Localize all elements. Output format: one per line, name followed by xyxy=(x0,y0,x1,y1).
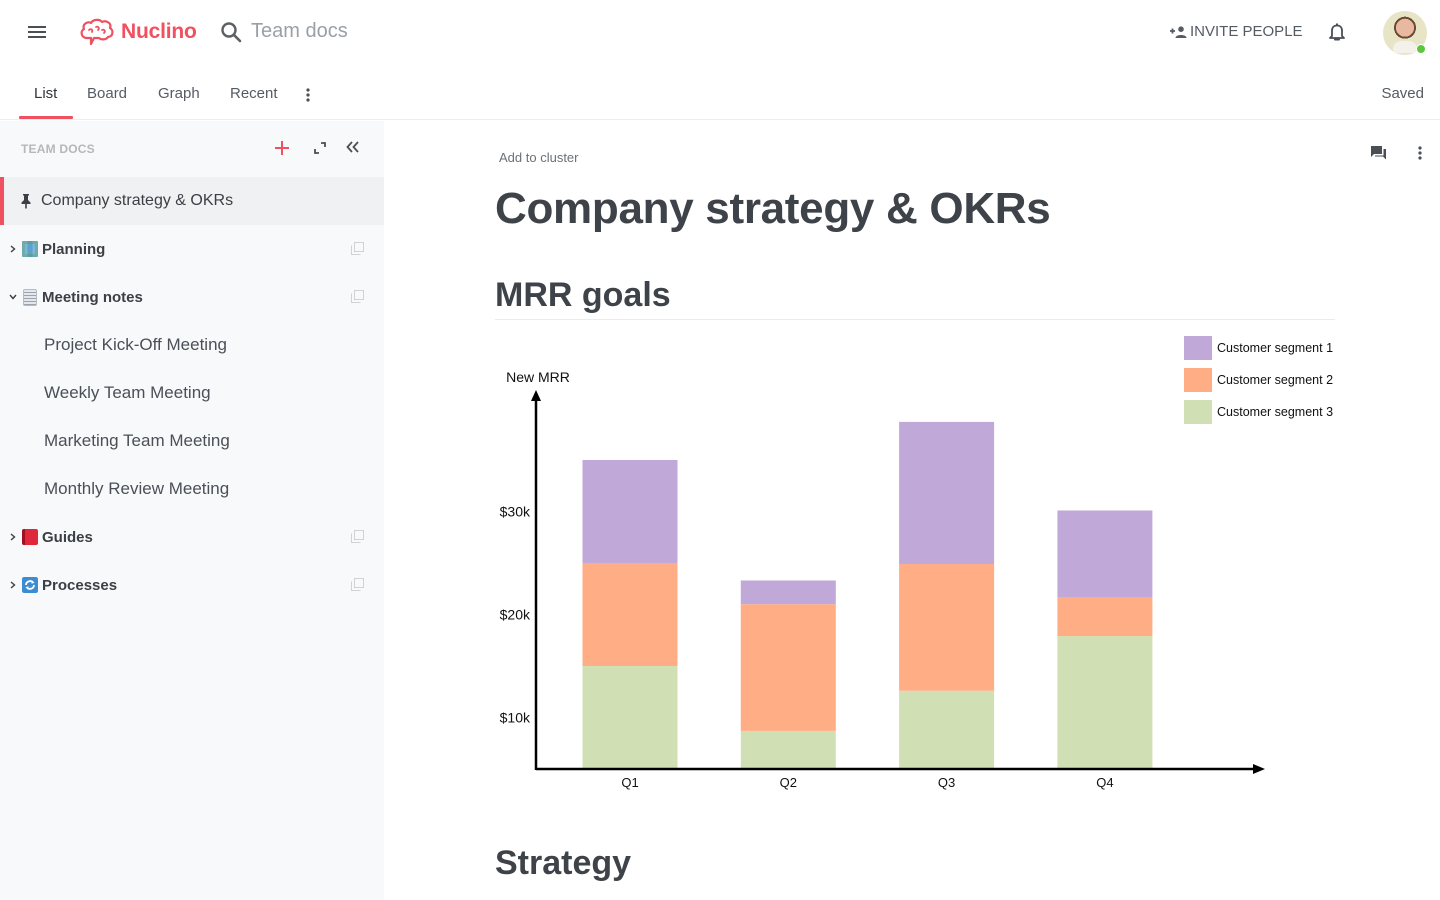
chevron-down-icon[interactable] xyxy=(8,294,18,300)
invite-label: INVITE PEOPLE xyxy=(1190,23,1303,40)
more-vertical-icon[interactable] xyxy=(306,88,310,102)
add-item-icon[interactable] xyxy=(274,140,290,156)
y-tick-label: $20k xyxy=(500,607,531,623)
y-tick-label: $10k xyxy=(500,710,531,726)
section-heading-strategy[interactable]: Strategy xyxy=(495,844,631,883)
x-tick-label: Q2 xyxy=(780,775,797,790)
sidebar-item-marketing-team[interactable]: Marketing Team Meeting xyxy=(0,417,384,465)
sidebar-item-label: Processes xyxy=(42,576,118,594)
bar-q1-segment-2 xyxy=(582,563,678,666)
bar-q2-segment-2 xyxy=(740,604,836,731)
section-heading-mrr-goals[interactable]: MRR goals xyxy=(495,276,671,315)
user-avatar[interactable] xyxy=(1383,11,1427,55)
bar-q2-segment-1 xyxy=(740,580,836,605)
search-icon xyxy=(221,21,242,42)
top-bar: Nuclino Team docs INVITE PEOPLE xyxy=(0,0,1440,66)
sidebar-item-label: Company strategy & OKRs xyxy=(41,192,234,209)
notepad-emoji-icon xyxy=(23,288,37,306)
copy-icon[interactable] xyxy=(351,242,364,255)
legend-swatch xyxy=(1184,336,1212,360)
sidebar-cluster-meeting-notes[interactable]: Meeting notes xyxy=(0,273,384,321)
legend-swatch xyxy=(1184,368,1212,392)
bar-q4-segment-1 xyxy=(1057,510,1153,597)
sidebar-item-company-strategy[interactable]: Company strategy & OKRs xyxy=(0,177,384,225)
legend-group: Customer segment 1 Customer segment 2 Cust… xyxy=(1184,336,1333,424)
bar-q3-segment-2 xyxy=(899,564,995,691)
bar-q3-segment-3 xyxy=(899,690,995,769)
brain-logo-icon xyxy=(80,18,114,46)
sidebar: TEAM DOCS Company strategy & OKRs Planni… xyxy=(0,121,384,900)
bar-q1-segment-1 xyxy=(582,460,678,563)
logo[interactable]: Nuclino xyxy=(79,18,197,46)
copy-icon[interactable] xyxy=(351,530,364,543)
y-tick-label: $30k xyxy=(500,504,531,520)
bar-q3-segment-1 xyxy=(899,421,995,565)
y-axis-arrow xyxy=(531,390,541,401)
sidebar-item-weekly-team[interactable]: Weekly Team Meeting xyxy=(0,369,384,417)
bar-q1-segment-3 xyxy=(582,666,678,769)
x-tick-label: Q4 xyxy=(1096,775,1113,790)
active-tab-indicator xyxy=(19,116,73,119)
chevron-right-icon[interactable] xyxy=(8,533,18,541)
tab-recent[interactable]: Recent xyxy=(230,85,278,102)
legend-label: Customer segment 3 xyxy=(1217,405,1333,419)
sidebar-cluster-planning[interactable]: Planning xyxy=(0,225,384,273)
bar-q4-segment-3 xyxy=(1057,636,1153,769)
bars-group: Q1 Q2 Q3 Q4 xyxy=(582,421,1153,790)
brand-name: Nuclino xyxy=(121,20,197,43)
sidebar-header: TEAM DOCS xyxy=(21,142,95,156)
document-title[interactable]: Company strategy & OKRs xyxy=(495,184,1051,234)
menu-icon[interactable] xyxy=(28,26,48,40)
repeat-emoji-icon xyxy=(22,577,38,593)
copy-icon[interactable] xyxy=(351,578,364,591)
comments-icon[interactable] xyxy=(1370,145,1387,160)
sidebar-cluster-guides[interactable]: Guides xyxy=(0,513,384,561)
add-person-icon xyxy=(1170,25,1187,38)
x-tick-label: Q1 xyxy=(621,775,638,790)
tab-graph[interactable]: Graph xyxy=(158,85,200,102)
sidebar-item-label: Monthly Review Meeting xyxy=(44,479,230,498)
tab-board[interactable]: Board xyxy=(87,85,127,102)
sidebar-item-label: Project Kick-Off Meeting xyxy=(44,335,227,354)
legend-label: Customer segment 1 xyxy=(1217,341,1333,355)
sidebar-item-project-kickoff[interactable]: Project Kick-Off Meeting xyxy=(0,321,384,369)
save-status: Saved xyxy=(1381,85,1424,102)
sidebar-item-label: Weekly Team Meeting xyxy=(44,383,211,402)
sidebar-item-label: Marketing Team Meeting xyxy=(44,431,230,450)
document-more-icon[interactable] xyxy=(1418,146,1422,160)
chevron-right-icon[interactable] xyxy=(8,581,18,589)
add-to-cluster-link[interactable]: Add to cluster xyxy=(499,150,579,165)
notifications-button[interactable] xyxy=(1328,22,1346,47)
pin-icon xyxy=(21,194,31,209)
view-tabs: List Board Graph Recent Saved xyxy=(0,66,1440,120)
chevron-right-icon[interactable] xyxy=(8,245,18,253)
x-tick-label: Q3 xyxy=(938,775,955,790)
bar-q4-segment-2 xyxy=(1057,596,1153,637)
legend-swatch xyxy=(1184,400,1212,424)
online-status-indicator xyxy=(1416,44,1426,54)
expand-icon[interactable] xyxy=(314,142,326,154)
mrr-goals-chart: Q1 Q2 Q3 Q4 New MRR $10k $20k $30k Customer se… xyxy=(500,336,1333,790)
invite-people-button[interactable]: INVITE PEOPLE xyxy=(1170,23,1303,40)
bell-icon xyxy=(1329,23,1345,41)
x-axis-arrow xyxy=(1253,764,1265,774)
collapse-sidebar-icon[interactable] xyxy=(346,141,360,153)
legend-label: Customer segment 2 xyxy=(1217,373,1333,387)
y-axis-label: New MRR xyxy=(506,369,570,385)
sidebar-item-monthly-review[interactable]: Monthly Review Meeting xyxy=(0,465,384,513)
search-bar[interactable]: Team docs xyxy=(220,20,348,43)
search-placeholder[interactable]: Team docs xyxy=(251,20,348,43)
avatar-shirt xyxy=(1393,41,1417,53)
sidebar-item-label: Guides xyxy=(42,528,93,546)
copy-icon[interactable] xyxy=(351,290,364,303)
sidebar-item-label: Planning xyxy=(42,240,106,258)
tab-list[interactable]: List xyxy=(34,85,57,102)
sidebar-item-label: Meeting notes xyxy=(42,288,143,306)
sidebar-cluster-processes[interactable]: Processes xyxy=(0,561,384,609)
red-book-emoji-icon xyxy=(22,529,38,545)
map-emoji-icon xyxy=(22,241,38,257)
bar-q2-segment-3 xyxy=(740,730,836,769)
